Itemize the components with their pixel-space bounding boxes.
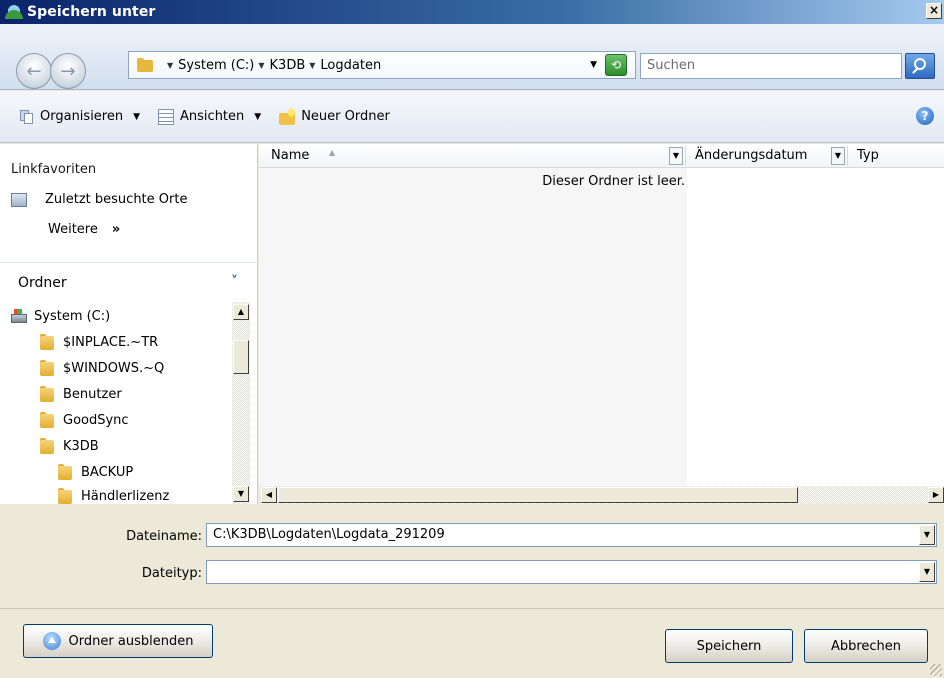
filename-field[interactable]: C:\K3DB\Logdaten\Logdata_291209 ▼ [206, 523, 937, 547]
sort-ascending-icon: ▲ [329, 148, 336, 157]
tree-item-system[interactable]: System (C:) [11, 306, 110, 326]
filetype-select[interactable]: ▼ [206, 560, 937, 584]
app-icon [5, 5, 23, 19]
divider [0, 608, 944, 609]
folders-header[interactable]: Ordner ˅ [0, 264, 258, 302]
tree-item-goodsync[interactable]: GoodSync [40, 410, 129, 430]
scroll-right-button[interactable]: ▶ [928, 487, 944, 503]
folder-icon [40, 360, 54, 376]
column-header-date[interactable]: Änderungsdatum [695, 148, 807, 163]
new-folder-button[interactable]: Neuer Ordner [279, 106, 390, 128]
forward-arrow-icon: → [60, 60, 76, 82]
close-button[interactable]: × [926, 3, 942, 19]
scroll-up-button[interactable]: ▲ [233, 304, 249, 320]
chevron-down-icon[interactable]: ▼ [309, 61, 315, 70]
search-button[interactable] [905, 53, 935, 79]
folder-tree: System (C:) $INPLACE.~TR $WINDOWS.~Q Ben… [0, 302, 232, 504]
column-header-name[interactable]: Name [271, 148, 309, 163]
file-list[interactable]: Name ▲ ▼ Änderungsdatum ▼ Typ Dieser Ord… [259, 144, 944, 504]
chevron-down-icon: ▼ [254, 111, 262, 122]
views-icon [158, 108, 175, 125]
collapse-up-icon [42, 632, 61, 650]
views-button[interactable]: Ansichten ▼ [158, 106, 261, 128]
address-bar: ← → ▼ System (C:) ▼ K3DB ▼ Logdaten ▼ ⟲ Suc… [0, 24, 944, 90]
back-button[interactable]: ← [16, 53, 52, 89]
scroll-left-button[interactable]: ◀ [261, 487, 277, 503]
divider [0, 262, 258, 263]
favorites-header: Linkfavoriten [11, 162, 97, 177]
tree-item-haendlerlizenz[interactable]: Händlerlizenz [58, 486, 169, 504]
hide-folders-button[interactable]: Ordner ausblenden [23, 624, 213, 658]
tree-item-k3db[interactable]: K3DB [40, 436, 99, 456]
column-header-type[interactable]: Typ [857, 148, 879, 163]
chevron-down-icon: ▼ [133, 111, 141, 122]
scroll-thumb[interactable] [233, 340, 249, 374]
toolbar: Organisieren ▼ Ansichten ▼ Neuer Ordner [0, 91, 944, 143]
title-bar: Speichern unter × [0, 0, 944, 24]
drive-icon [11, 309, 27, 323]
breadcrumb-item-logdaten[interactable]: ▼ Logdaten [305, 58, 381, 73]
folder-icon [40, 438, 54, 454]
chevron-down-icon[interactable]: ▼ [919, 562, 935, 582]
folder-icon [137, 57, 153, 73]
column-divider[interactable] [847, 146, 848, 166]
double-chevron-icon: » [111, 222, 121, 237]
chevron-down-icon[interactable]: ▼ [919, 525, 935, 545]
folder-icon [58, 488, 72, 504]
save-button[interactable]: Speichern [665, 629, 793, 663]
tree-item-backup[interactable]: BACKUP [58, 462, 133, 482]
filename-label: Dateiname: [126, 529, 202, 544]
scroll-down-button[interactable]: ▼ [233, 486, 249, 502]
refresh-icon: ⟲ [610, 58, 622, 72]
empty-folder-message: Dieser Ordner ist leer. [542, 174, 685, 189]
search-input[interactable]: Suchen [640, 53, 902, 79]
chevron-down-icon[interactable]: ˅ [231, 274, 238, 290]
organize-button[interactable]: Organisieren ▼ [18, 106, 140, 128]
recent-places-icon [11, 192, 27, 207]
tree-vertical-scrollbar[interactable]: ▲ ▼ [232, 302, 250, 504]
new-folder-icon [279, 107, 297, 125]
organize-icon [18, 109, 34, 125]
breadcrumb-item-k3db[interactable]: ▼ K3DB [254, 58, 305, 73]
file-list-horizontal-scrollbar[interactable]: ◀ ▶ [259, 486, 944, 504]
nav-buttons: ← → [16, 53, 102, 89]
folder-icon [40, 412, 54, 428]
chevron-down-icon[interactable]: ▼ [258, 61, 264, 70]
folder-icon [40, 334, 54, 350]
more-favorites-link[interactable]: Weitere» [48, 222, 120, 237]
window-title: Speichern unter [27, 4, 156, 20]
back-arrow-icon: ← [26, 60, 42, 82]
tree-item-benutzer[interactable]: Benutzer [40, 384, 122, 404]
chevron-down-icon[interactable]: ▼ [167, 61, 173, 70]
column-filter-dropdown[interactable]: ▼ [831, 147, 845, 165]
folder-icon [58, 464, 72, 480]
column-headers: Name ▲ ▼ Änderungsdatum ▼ Typ [259, 144, 944, 168]
name-column-area [259, 168, 687, 486]
refresh-button[interactable]: ⟲ [605, 54, 627, 76]
cancel-button[interactable]: Abbrechen [804, 629, 928, 663]
breadcrumb-item-system[interactable]: ▼ System (C:) [163, 58, 254, 73]
resize-grip-icon[interactable] [930, 664, 942, 676]
column-divider[interactable] [685, 146, 686, 166]
breadcrumb[interactable]: ▼ System (C:) ▼ K3DB ▼ Logdaten ▼ ⟲ [128, 51, 636, 79]
help-icon[interactable]: ? [916, 107, 934, 125]
filetype-label: Dateityp: [141, 566, 202, 581]
favorite-recent-places[interactable]: Zuletzt besuchte Orte [11, 192, 187, 207]
column-filter-dropdown[interactable]: ▼ [669, 147, 683, 165]
tree-item-inplace[interactable]: $INPLACE.~TR [40, 332, 158, 352]
folder-icon [40, 386, 54, 402]
tree-item-windows[interactable]: $WINDOWS.~Q [40, 358, 164, 378]
forward-button[interactable]: → [50, 53, 86, 89]
address-history-dropdown[interactable]: ▼ [590, 60, 597, 70]
scroll-thumb[interactable] [278, 487, 798, 503]
